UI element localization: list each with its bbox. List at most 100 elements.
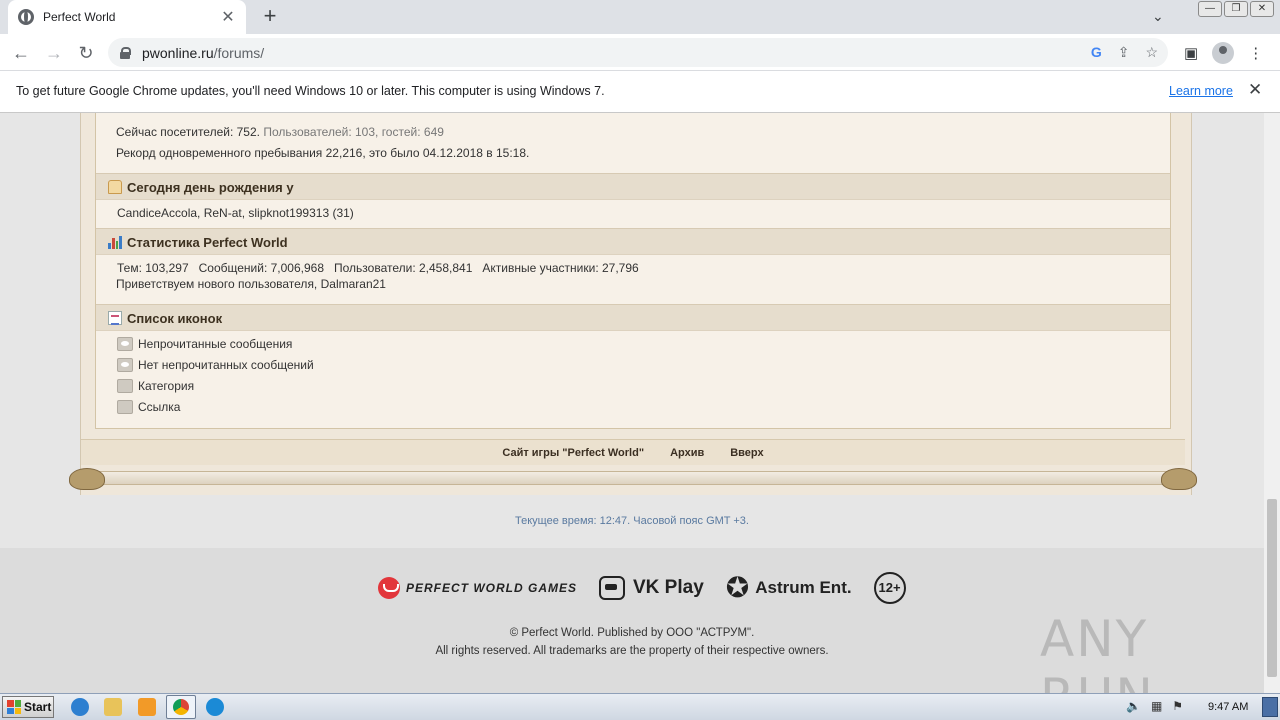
chrome-taskbar-icon[interactable] — [166, 695, 196, 719]
pw-games-text: PERFECT WORLD GAMES — [406, 581, 577, 595]
tab-strip: Perfect World ✕ + ⌄ — ❐ ✕ — [0, 0, 1280, 34]
ornament-right-icon — [1161, 468, 1197, 490]
perfect-world-games-logo[interactable]: PERFECT WORLD GAMES — [378, 577, 577, 599]
decorative-rail — [81, 471, 1191, 485]
forum-frame: Сейчас посетителей: 752. Пользователей: … — [69, 113, 1197, 495]
window-controls: — ❐ ✕ — [1198, 1, 1274, 17]
visitors-line: Сейчас посетителей: 752. Пользователей: … — [116, 125, 444, 139]
tab-search-chevron-icon[interactable]: ⌄ — [1152, 8, 1164, 25]
pw-games-icon — [378, 577, 400, 599]
birthday-cake-icon — [108, 180, 122, 194]
url-path: /forums/ — [213, 44, 265, 61]
taskbar-clock[interactable]: 9:47 AM — [1208, 701, 1248, 713]
tab-perfect-world[interactable]: Perfect World ✕ — [8, 0, 246, 34]
edge-icon[interactable] — [206, 698, 224, 716]
archive-link[interactable]: Архив — [670, 447, 704, 459]
partner-logos: PERFECT WORLD GAMES VK Play ✪ Astrum Ent… — [378, 572, 906, 604]
globe-icon — [18, 9, 34, 25]
windows-taskbar: Start 🔈 ▦ ⚑ 9:47 AM — [0, 693, 1280, 720]
menu-kebab-icon[interactable]: ⋮ — [1248, 44, 1263, 62]
visitors-count: Сейчас посетителей: 752. — [116, 125, 260, 139]
birthday-header: Сегодня день рождения у — [96, 173, 1170, 200]
age-rating-badge: 12+ — [873, 572, 906, 604]
volume-icon[interactable]: 🔈 — [1126, 699, 1141, 713]
google-lens-icon[interactable]: G — [1091, 44, 1102, 61]
infobar-message: To get future Google Chrome updates, you… — [16, 84, 605, 98]
action-center-flag-icon[interactable]: ⚑ — [1172, 699, 1183, 713]
site-footer: PERFECT WORLD GAMES VK Play ✪ Astrum Ent… — [0, 548, 1264, 693]
legend-link: Ссылка — [117, 400, 180, 414]
toolbar-right: ▣ ⋮ — [1184, 42, 1263, 64]
reload-icon[interactable]: ↻ — [73, 40, 99, 66]
address-bar[interactable]: pwonline.ru/forums/ G ⇪ ☆ — [108, 38, 1168, 67]
birthday-names[interactable]: CandiceAccola, ReN-at, slipknot199313 (3… — [117, 206, 354, 220]
link-icon — [117, 400, 133, 414]
statistics-title: Статистика Perfect World — [127, 235, 288, 250]
current-time: Текущее время: 12:47. Часовой пояс GMT +… — [515, 515, 749, 527]
browser-toolbar: ← → ↻ pwonline.ru/forums/ G ⇪ ☆ ▣ ⋮ — [0, 34, 1280, 71]
windows-flag-icon — [7, 700, 21, 714]
scrollbar-thumb[interactable] — [1267, 499, 1277, 677]
back-arrow-icon[interactable]: ← — [8, 40, 34, 66]
show-desktop-button[interactable] — [1262, 697, 1278, 717]
record-line: Рекорд одновременного пребывания 22,216,… — [116, 146, 530, 160]
learn-more-link[interactable]: Learn more — [1169, 84, 1233, 98]
astrum-text: Astrum Ent. — [755, 578, 852, 597]
bookmark-star-icon[interactable]: ☆ — [1145, 44, 1158, 61]
birthday-title: Сегодня день рождения у — [127, 180, 294, 195]
vk-play-logo[interactable]: VK Play — [599, 576, 704, 600]
ornament-left-icon — [69, 468, 105, 490]
side-panel-icon[interactable]: ▣ — [1184, 44, 1198, 62]
forum-footer-links: Сайт игры "Perfect World" Архив Вверх — [81, 439, 1185, 465]
whos-online-box: Сейчас посетителей: 752. Пользователей: … — [95, 113, 1171, 429]
no-unread-messages-icon — [117, 358, 133, 372]
omnibox-actions: G ⇪ ☆ — [1091, 44, 1158, 61]
url-host: pwonline.ru — [142, 44, 214, 61]
infobar-close-icon[interactable]: ✕ — [1248, 80, 1262, 100]
legend-label: Категория — [138, 379, 195, 393]
legend-label: Ссылка — [138, 400, 181, 414]
legend-label: Нет непрочитанных сообщений — [138, 358, 314, 372]
back-to-top-link[interactable]: Вверх — [730, 447, 763, 459]
legend-category: Категория — [117, 379, 194, 393]
statistics-chart-icon — [108, 235, 122, 249]
tab-close-icon[interactable]: ✕ — [220, 7, 236, 27]
lock-icon — [120, 46, 131, 59]
statistics-line: Тем: 103,297 Сообщений: 7,006,968 Пользо… — [117, 261, 639, 275]
start-label: Start — [24, 700, 52, 714]
system-tray: 🔈 ▦ ⚑ — [1126, 699, 1183, 713]
icons-legend-header: Список иконок — [96, 304, 1170, 331]
network-icon[interactable]: ▦ — [1151, 699, 1162, 713]
visitors-detail: Пользователей: 103, гостей: 649 — [263, 125, 444, 139]
vertical-scrollbar[interactable] — [1264, 113, 1280, 693]
game-site-link[interactable]: Сайт игры "Perfect World" — [502, 447, 644, 459]
anyrun-watermark: ANY RUN — [1040, 610, 1153, 693]
restore-button[interactable]: ❐ — [1224, 1, 1248, 17]
vk-play-gamepad-icon — [599, 576, 625, 600]
icon-list-icon — [108, 311, 122, 325]
start-button[interactable]: Start — [2, 696, 54, 718]
minimize-button[interactable]: — — [1198, 1, 1222, 17]
vk-play-text: VK Play — [633, 577, 704, 598]
astrum-star-icon: ✪ — [725, 572, 750, 603]
welcome-line: Приветствуем нового пользователя, Dalmar… — [116, 277, 386, 291]
unread-messages-icon — [117, 337, 133, 351]
legend-label: Непрочитанные сообщения — [138, 337, 293, 351]
close-window-button[interactable]: ✕ — [1250, 1, 1274, 17]
share-icon[interactable]: ⇪ — [1118, 44, 1130, 61]
astrum-logo[interactable]: ✪ Astrum Ent. — [726, 574, 852, 602]
new-tab-button[interactable]: + — [258, 4, 282, 28]
profile-avatar-icon[interactable] — [1212, 42, 1235, 64]
category-icon — [117, 379, 133, 393]
statistics-header: Статистика Perfect World — [96, 228, 1170, 255]
tab-title: Perfect World — [43, 10, 116, 24]
internet-explorer-icon[interactable] — [71, 698, 89, 716]
legend-unread: Непрочитанные сообщения — [117, 337, 292, 351]
legend-no-unread: Нет непрочитанных сообщений — [117, 358, 314, 372]
icons-legend-title: Список иконок — [127, 311, 223, 326]
forward-arrow-icon[interactable]: → — [41, 40, 67, 66]
update-infobar: To get future Google Chrome updates, you… — [0, 71, 1280, 113]
file-explorer-icon[interactable] — [104, 698, 122, 716]
page-viewport: Сейчас посетителей: 752. Пользователей: … — [0, 113, 1264, 693]
media-player-icon[interactable] — [138, 698, 156, 716]
